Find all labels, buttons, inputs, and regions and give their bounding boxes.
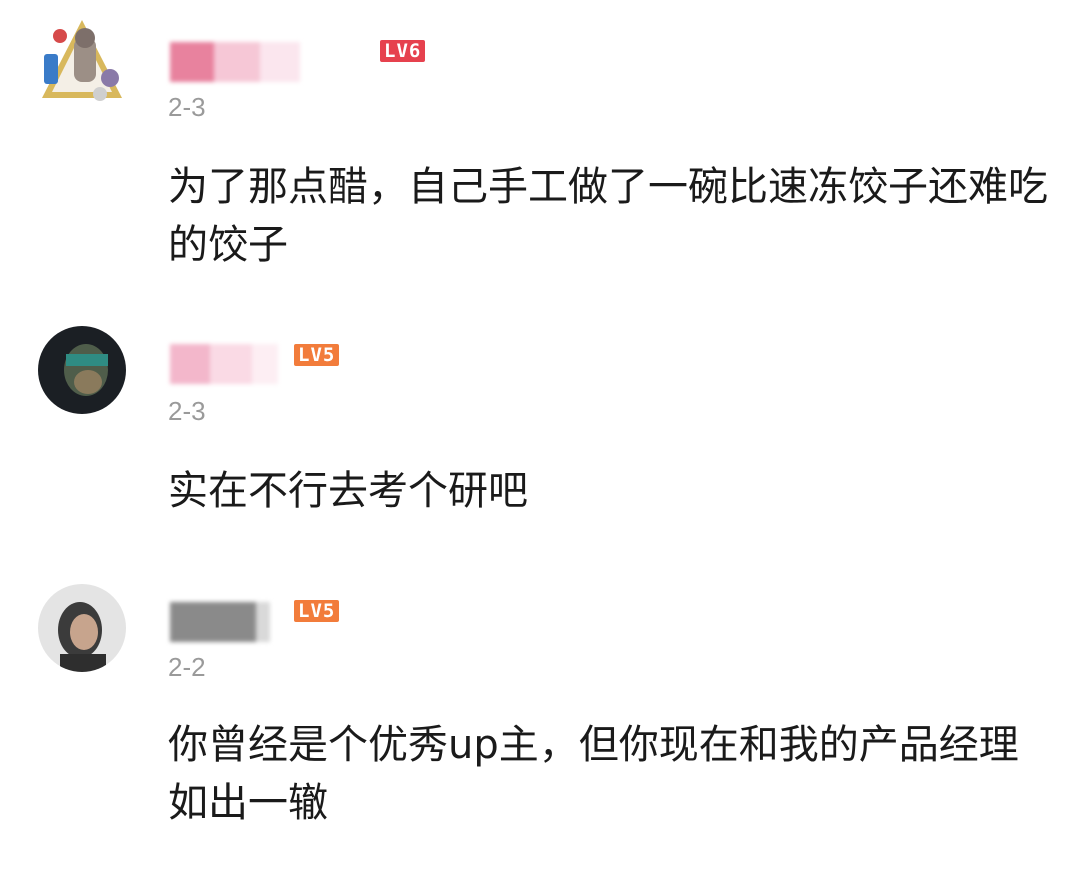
comment-text: 为了那点醋，自己手工做了一碗比速冻饺子还难吃的饺子 <box>168 164 1048 268</box>
comment-date: 2-3 <box>168 396 206 426</box>
comment-item: LV5 2-2 你曾经是个优秀up主，但你现在和我的产品经理如出一辙 <box>0 560 1080 870</box>
level-badge: LV5 <box>294 344 340 366</box>
level-badge: LV6 <box>380 40 426 62</box>
level-badge: LV5 <box>294 600 340 622</box>
comment-date: 2-2 <box>168 652 206 682</box>
comment-text: 你曾经是个优秀up主，但你现在和我的产品经理如出一辙 <box>168 722 1019 826</box>
username-blurred[interactable] <box>170 602 270 642</box>
comment-item: LV6 2-3 为了那点醋，自己手工做了一碗比速冻饺子还难吃的饺子 <box>0 0 1080 300</box>
comment-item: LV5 2-3 实在不行去考个研吧 <box>0 300 1080 560</box>
username-blurred[interactable] <box>170 344 278 384</box>
comment-date: 2-3 <box>168 92 206 122</box>
photo-avatar-icon[interactable] <box>38 584 126 672</box>
comment-text: 实在不行去考个研吧 <box>168 468 528 514</box>
cartoon-avatar-icon[interactable] <box>38 14 126 102</box>
username-blurred[interactable] <box>170 42 300 82</box>
dark-portrait-avatar-icon[interactable] <box>38 326 126 414</box>
